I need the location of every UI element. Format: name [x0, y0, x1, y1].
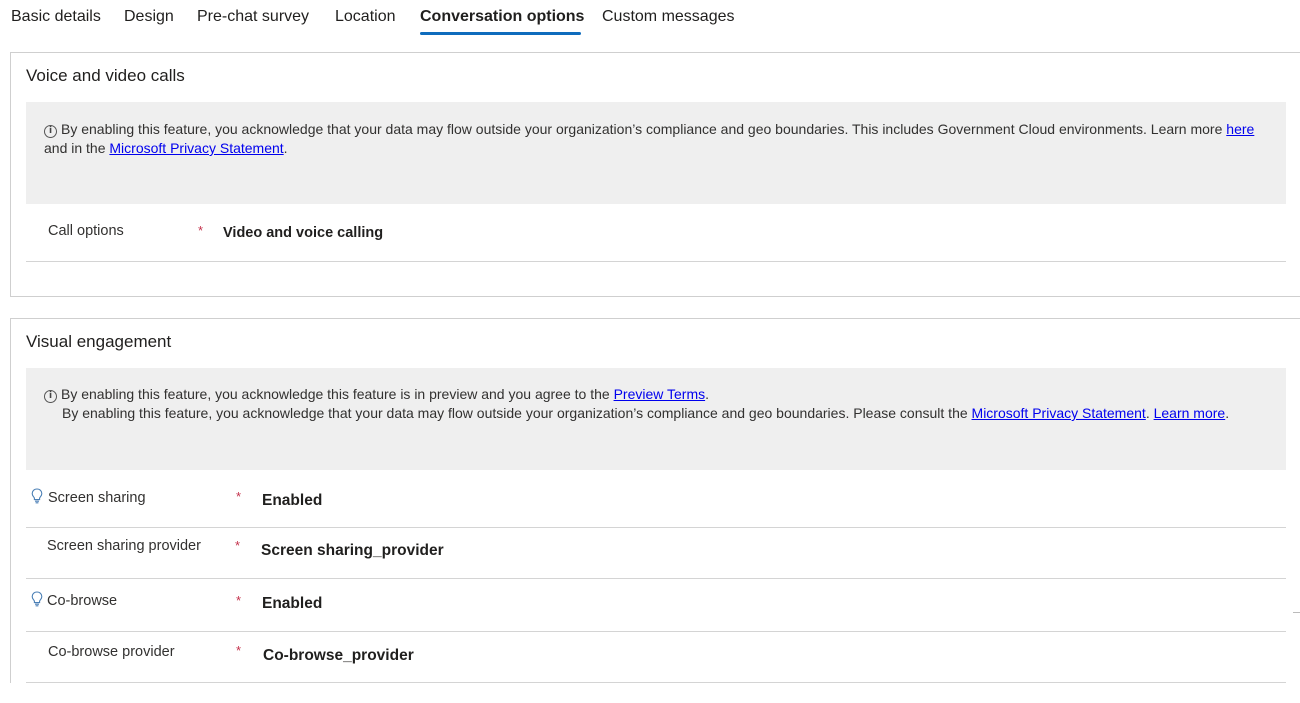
field-label: Co-browse provider [48, 644, 175, 660]
info-icon: i [44, 390, 57, 403]
screen-sharing-provider-row[interactable]: Screen sharing provider * Screen sharing… [26, 527, 1286, 579]
learn-more-link[interactable]: Learn more [1154, 405, 1226, 421]
active-tab-indicator [420, 32, 581, 35]
notice-text: . [705, 386, 709, 402]
required-marker: * [236, 593, 242, 608]
section-title: Voice and video calls [26, 66, 185, 85]
required-marker: * [236, 643, 242, 658]
notice-text: By enabling this feature, you acknowledg… [62, 405, 972, 421]
here-link[interactable]: here [1226, 121, 1254, 137]
notice-text: . [1225, 405, 1230, 421]
co-browse-row[interactable]: Co-browse * Enabled [26, 578, 1286, 632]
tab-pre-chat-survey[interactable]: Pre-chat survey [197, 8, 309, 26]
required-marker: * [236, 489, 242, 504]
field-label: Call options [48, 223, 124, 239]
notice-text: . [1145, 405, 1154, 421]
voice-video-section: Voice and video calls i By enabling this … [10, 52, 1300, 297]
co-browse-provider-row[interactable]: Co-browse provider * Co-browse_provider [26, 631, 1286, 683]
divider [1293, 612, 1300, 613]
required-marker: * [235, 538, 241, 553]
preview-terms-link[interactable]: Preview Terms [614, 386, 706, 402]
tab-bar: Basic details Design Pre-chat survey Loc… [0, 0, 1300, 40]
notice-text: By enabling this feature, you acknowledg… [61, 386, 614, 402]
notice-text: By enabling this feature, you acknowledg… [61, 121, 1223, 137]
lightbulb-icon [31, 488, 43, 504]
screen-sharing-row[interactable]: Screen sharing * Enabled [26, 470, 1286, 528]
call-options-value[interactable]: Video and voice calling [223, 225, 383, 241]
field-label: Screen sharing provider [47, 538, 201, 554]
screen-sharing-value[interactable]: Enabled [262, 492, 322, 510]
notice-text: . [283, 140, 288, 156]
lightbulb-icon [31, 591, 43, 607]
co-browse-value[interactable]: Enabled [262, 595, 322, 613]
privacy-statement-link[interactable]: Microsoft Privacy Statement [972, 405, 1146, 421]
field-label: Co-browse [47, 593, 118, 609]
info-icon: i [44, 125, 57, 138]
preview-notice: i By enabling this feature, you acknowled… [26, 368, 1286, 470]
visual-engagement-section: Visual engagement i By enabling this feat… [10, 318, 1300, 683]
field-label: Screen sharing [48, 490, 146, 506]
required-marker: * [198, 223, 204, 238]
tab-conversation-options[interactable]: Conversation options [420, 8, 584, 26]
screen-sharing-provider-value[interactable]: Screen sharing_provider [261, 542, 444, 560]
compliance-notice: i By enabling this feature, you acknowled… [26, 102, 1286, 204]
co-browse-provider-value[interactable]: Co-browse_provider [263, 647, 414, 665]
section-title: Visual engagement [26, 332, 172, 351]
tab-custom-messages[interactable]: Custom messages [602, 8, 735, 26]
privacy-statement-link[interactable]: Microsoft Privacy Statement [109, 140, 283, 156]
call-options-row[interactable]: Call options * Video and voice calling [26, 204, 1286, 262]
notice-text: and in the [44, 140, 110, 156]
tab-location[interactable]: Location [335, 8, 396, 26]
tab-basic-details[interactable]: Basic details [11, 8, 101, 26]
tab-design[interactable]: Design [124, 8, 174, 26]
